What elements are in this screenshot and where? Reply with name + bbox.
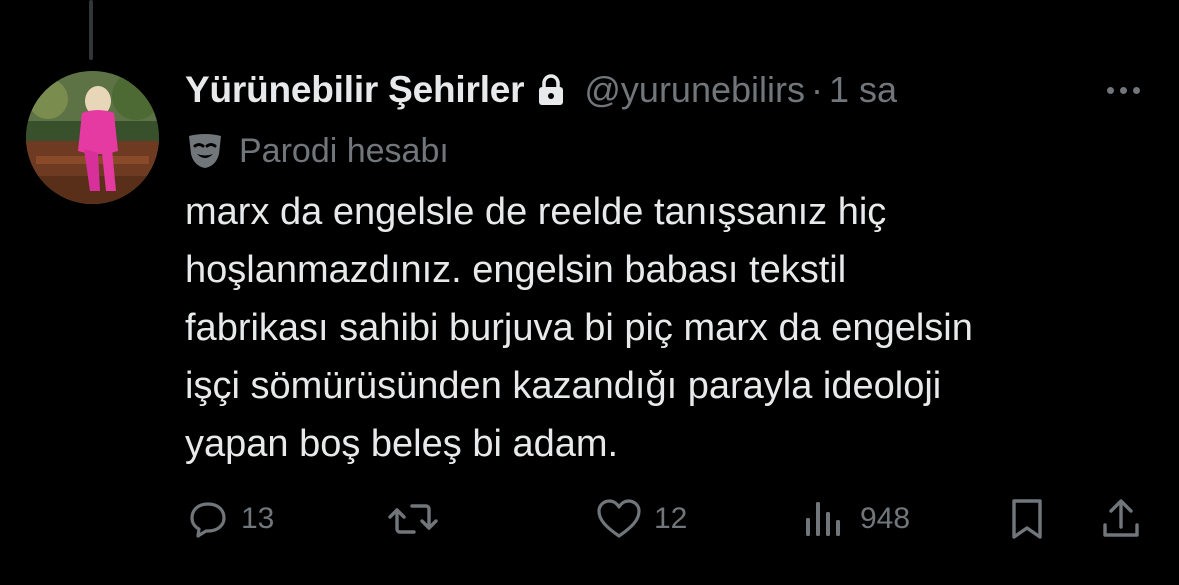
- tweet-text-line: işçi sömürüsünden kazandığı parayla ideo…: [185, 365, 942, 407]
- theater-mask-icon: [185, 132, 225, 170]
- reply-button[interactable]: 13: [187, 495, 274, 543]
- like-button[interactable]: 12: [596, 495, 687, 543]
- author-handle[interactable]: @yurunebilirs: [584, 69, 805, 111]
- tweet-text-line: yapan boş beleş bi adam.: [185, 423, 619, 465]
- analytics-icon: [804, 498, 848, 540]
- tweet-text-line: hoşlanmazdınız. engelsin babası tekstil: [185, 249, 847, 291]
- share-button[interactable]: [1100, 495, 1142, 543]
- reply-icon: [187, 498, 229, 540]
- parody-label-text: Parodi hesabı: [239, 131, 449, 170]
- lock-icon: [536, 74, 566, 106]
- tweet-text: marx da engelsle de reelde tanışsanız hi…: [185, 183, 1145, 473]
- tweet-text-line: fabrikası sahibi burjuva bi piç marx da …: [185, 307, 973, 349]
- like-count: 12: [654, 502, 688, 535]
- views-button[interactable]: 948: [804, 495, 910, 543]
- more-dot-icon: [1132, 86, 1140, 94]
- heart-icon: [596, 498, 642, 540]
- author-display-name[interactable]: Yürünebilir Şehirler: [185, 69, 525, 111]
- separator-dot: ·: [811, 69, 823, 110]
- more-dot-icon: [1119, 86, 1127, 94]
- share-icon: [1100, 497, 1142, 541]
- bookmark-button[interactable]: [1008, 495, 1046, 543]
- tweet-header: Yürünebilir Şehirler @yurunebilirs · 1 s…: [185, 62, 897, 118]
- bookmark-icon: [1008, 497, 1046, 541]
- views-count: 948: [860, 502, 911, 535]
- avatar[interactable]: [26, 71, 159, 204]
- reply-count: 13: [241, 502, 275, 535]
- more-options-button[interactable]: [1098, 62, 1148, 118]
- avatar-photo: [26, 71, 159, 204]
- tweet-text-line: marx da engelsle de reelde tanışsanız hi…: [185, 191, 887, 233]
- repost-icon: [388, 498, 438, 540]
- timestamp[interactable]: 1 sa: [829, 69, 897, 111]
- more-dot-icon: [1106, 86, 1114, 94]
- parody-account-label: Parodi hesabı: [185, 128, 449, 174]
- thread-connector-line: [89, 0, 93, 60]
- repost-button[interactable]: [388, 495, 450, 543]
